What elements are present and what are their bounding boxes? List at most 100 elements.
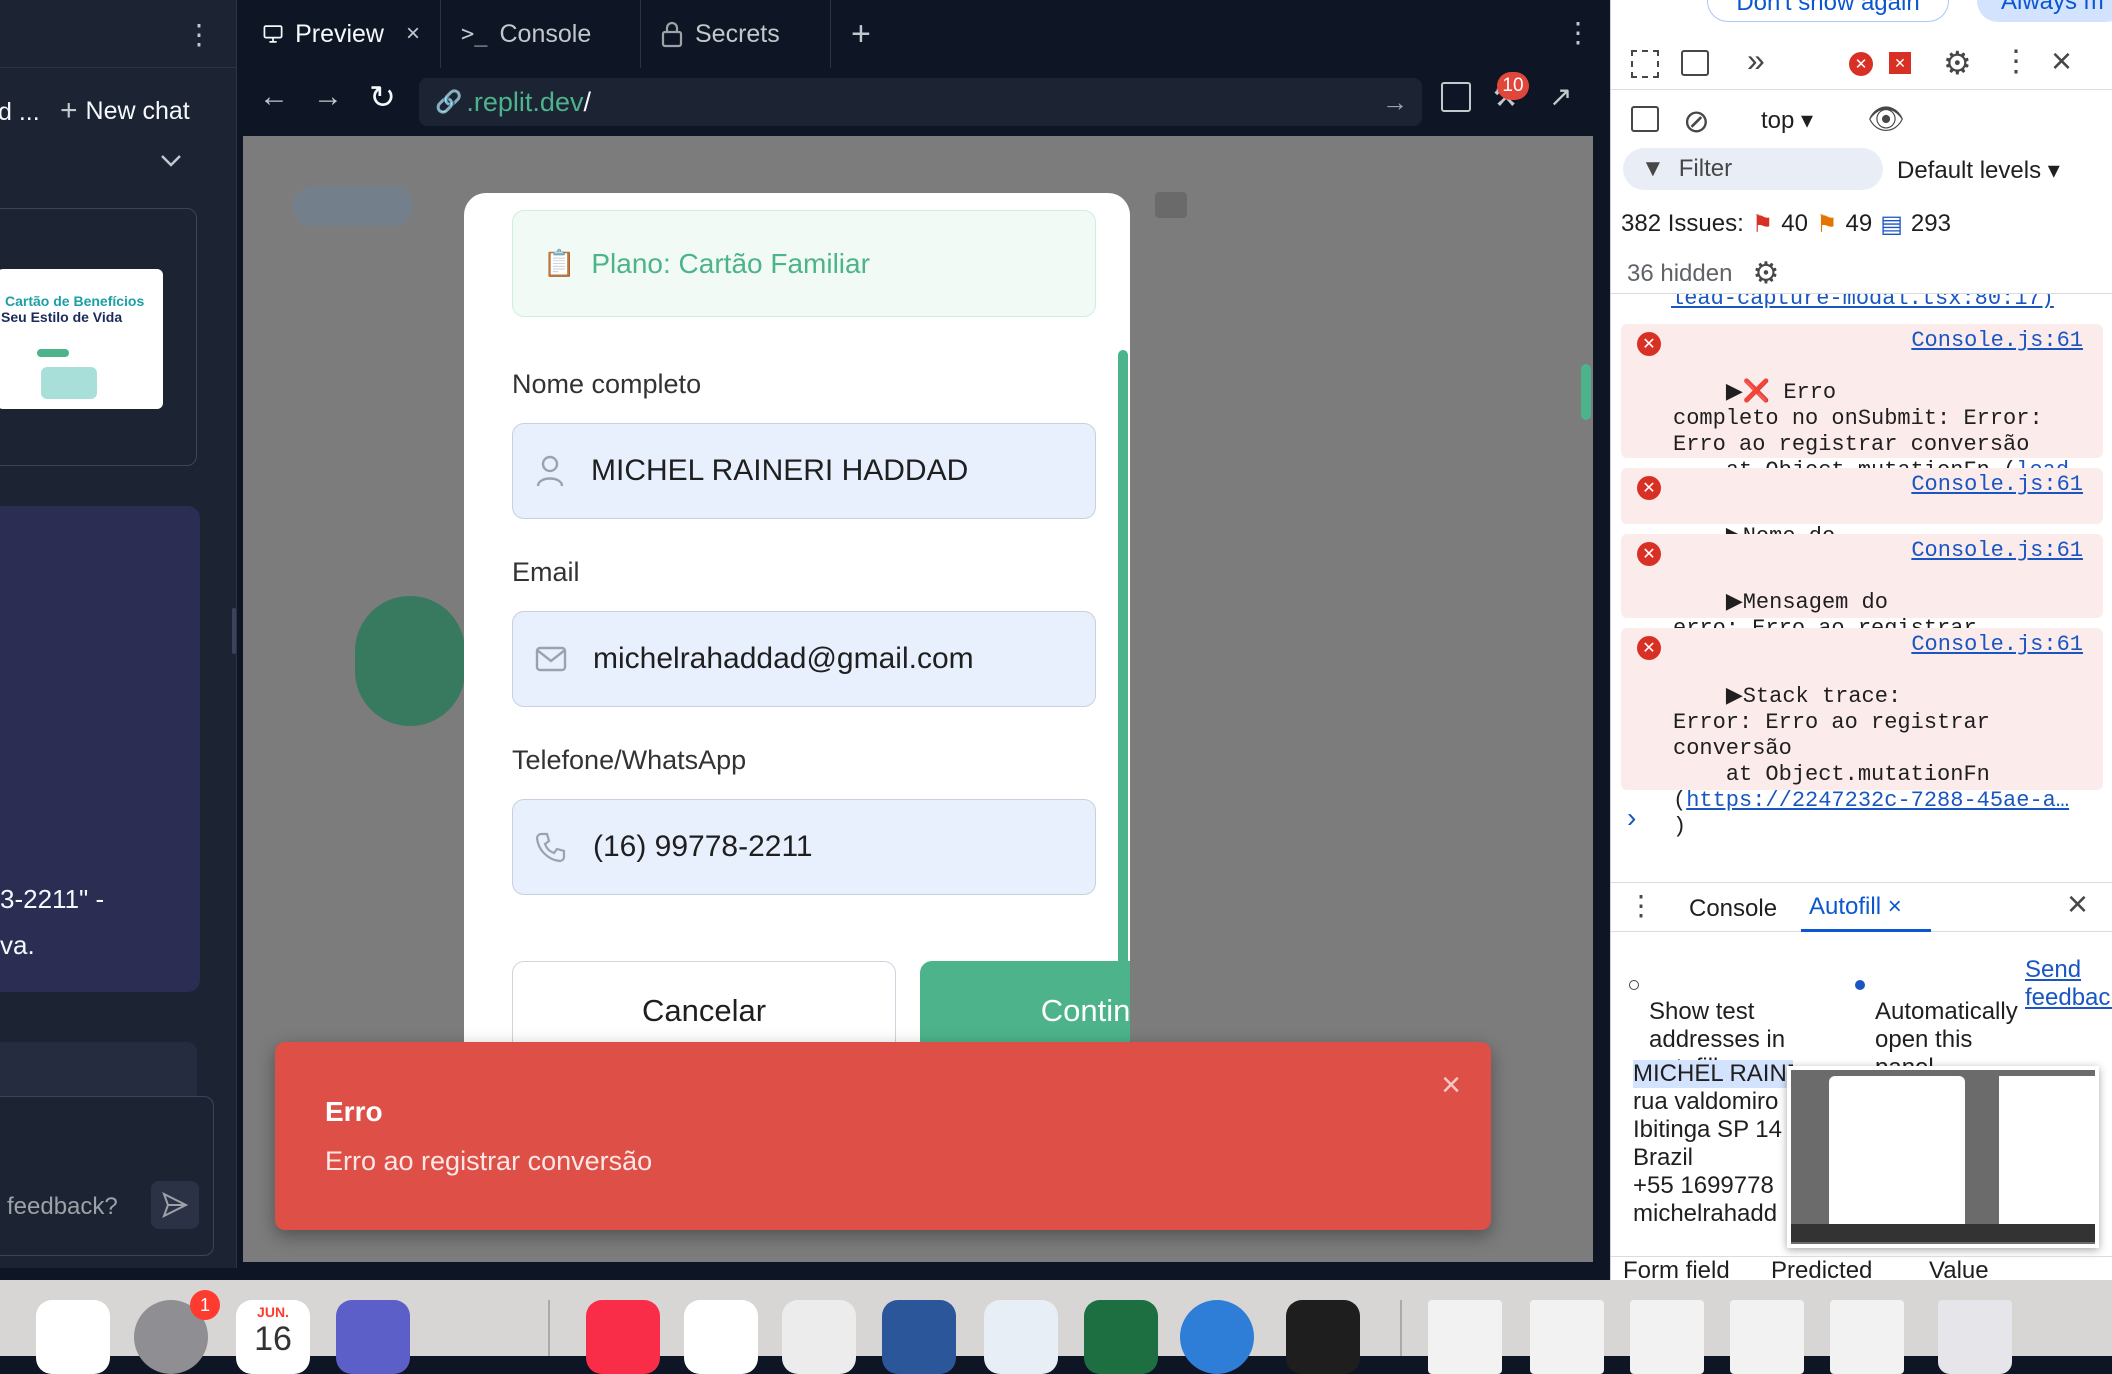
name-field[interactable]: MICHEL RAINERI HADDAD [512, 423, 1096, 519]
console-prompt-icon[interactable]: › [1627, 802, 1636, 834]
close-icon[interactable]: × [406, 20, 420, 48]
attachment-card[interactable]: Cartão de Benefícios Seu Estilo de Vida [0, 208, 197, 466]
eye-icon[interactable]: 👁 [1867, 102, 1905, 137]
chevron-down-icon[interactable] [158, 148, 184, 174]
preview-app-icon[interactable] [984, 1300, 1058, 1374]
preview-scrollbar[interactable] [1581, 364, 1591, 420]
go-arrow-icon[interactable]: → [1382, 87, 1408, 118]
recent-window-thumbnail[interactable] [1830, 1300, 1904, 1374]
device-toolbar-icon[interactable] [1681, 50, 1709, 76]
more-tabs-icon[interactable]: » [1747, 42, 1765, 79]
chat-title-row: d ... + New chat [0, 86, 237, 138]
console-toolbar: ⊘ top ▾ 👁 [1611, 96, 2112, 144]
screenshot-preview[interactable] [1787, 1066, 2099, 1248]
assistant-message: 3-2211" - va. [0, 506, 200, 992]
error-icon: ✕ [1637, 542, 1661, 566]
tab-preview[interactable]: Preview × [243, 0, 441, 68]
chat-sidebar: ⋮ d ... + New chat Cartão de Benefícios … [0, 0, 237, 1268]
calendar-day: 16 [254, 1320, 292, 1358]
close-icon[interactable]: × [1441, 1066, 1461, 1105]
console-error-entry[interactable]: ✕ ▶Stack trace: Error: Erro ao registrar… [1621, 628, 2103, 839]
filter-input[interactable]: ▼ Filter [1623, 148, 1883, 190]
new-chat-button[interactable]: + New chat [60, 94, 190, 128]
dock-separator [1400, 1300, 1402, 1356]
issues-summary[interactable]: 382 Issues: ⚑ 40 ⚑ 49 ▤ 293 [1611, 204, 2112, 244]
address-line: MICHEL RAINERI HADDAD [1633, 1060, 1793, 1088]
word-app-icon[interactable] [882, 1300, 956, 1374]
issue-flag-icon[interactable]: ✕ [1889, 52, 1911, 74]
teams-app-icon[interactable] [336, 1300, 410, 1374]
dont-show-again-button[interactable]: Don't show again [1707, 0, 1949, 22]
chat-input-box[interactable]: feedback? [0, 1096, 214, 1256]
numbers-app-icon[interactable] [684, 1300, 758, 1374]
console-error-entry[interactable]: ✕ ▶❌ Erro completo no onSubmit: Error: E… [1621, 324, 2103, 509]
add-tab-icon[interactable]: + [851, 15, 871, 54]
expand-triangle-icon[interactable]: ▶ [1726, 380, 1743, 405]
error-count-icon[interactable]: ✕ [1849, 52, 1873, 76]
recent-window-thumbnail[interactable] [1530, 1300, 1604, 1374]
music-app-icon[interactable] [586, 1300, 660, 1374]
open-new-tab-icon[interactable]: ↗ [1549, 80, 1572, 113]
clear-console-icon[interactable]: ⊘ [1683, 102, 1710, 140]
thumb-toolbar [1791, 1224, 2095, 1242]
chat-title[interactable]: d ... [0, 98, 40, 127]
calendar-app-icon[interactable]: JUN. 16 [236, 1300, 310, 1374]
recent-window-thumbnail[interactable] [1730, 1300, 1804, 1374]
back-arrow-icon[interactable]: ← [259, 80, 289, 114]
menu-icon [1155, 192, 1187, 218]
send-feedback-link[interactable]: Send feedback [2025, 956, 2112, 1012]
gear-icon[interactable]: ⚙ [1943, 44, 1972, 82]
console-error-entry[interactable]: ✕ ▶Nome do erro: Error Console.js:61 [1621, 468, 2103, 575]
forward-arrow-icon[interactable]: → [313, 80, 343, 114]
more-options-icon[interactable]: ⋮ [1564, 16, 1592, 49]
source-link[interactable]: https://2247232c-7288-45ae-a… [1686, 788, 2069, 813]
trash-icon[interactable] [1938, 1300, 2012, 1374]
email-field[interactable]: michelrahaddad@gmail.com [512, 611, 1096, 707]
tab-console[interactable]: >_ Console [441, 0, 641, 68]
close-icon[interactable]: × [1888, 893, 1902, 920]
inspect-element-icon[interactable] [1631, 50, 1659, 78]
freeform-app-icon[interactable] [36, 1300, 110, 1374]
error-toast: Erro Erro ao registrar conversão × [275, 1042, 1491, 1230]
whatsapp-app-icon[interactable] [782, 1300, 856, 1374]
sidebar-toggle-icon[interactable] [1631, 106, 1659, 132]
expand-triangle-icon[interactable]: ▶ [1726, 590, 1743, 615]
send-button[interactable] [151, 1181, 199, 1229]
more-options-icon[interactable]: ⋮ [2001, 44, 2031, 79]
recent-window-thumbnail[interactable] [1630, 1300, 1704, 1374]
source-location-link[interactable]: Console.js:61 [1911, 538, 2083, 564]
tab-secrets[interactable]: Secrets [641, 0, 831, 68]
more-options-icon[interactable]: ⋮ [1627, 889, 1655, 922]
panel-resize-handle[interactable] [232, 608, 236, 654]
brush-app-icon[interactable] [436, 1300, 510, 1374]
reload-icon[interactable]: ↻ [369, 78, 396, 116]
url-input[interactable]: 🔗 .replit.dev / → [419, 78, 1422, 126]
expand-triangle-icon[interactable]: ▶ [1726, 684, 1743, 709]
feedback-input[interactable]: feedback? [7, 1193, 118, 1221]
cancel-button[interactable]: Cancelar [512, 961, 896, 1043]
context-selector[interactable]: top ▾ [1761, 106, 1813, 135]
url-host: .replit.dev [466, 86, 584, 117]
auto-open-checkbox[interactable]: Automatically open this panel [1855, 942, 2035, 1082]
hidden-summary: 36 hidden ⚙ [1611, 254, 2112, 294]
source-location-link[interactable]: Console.js:61 [1911, 632, 2083, 658]
source-location-link[interactable]: Console.js:61 [1911, 328, 2083, 354]
network-app-icon[interactable] [1180, 1300, 1254, 1374]
recent-window-thumbnail[interactable] [1428, 1300, 1502, 1374]
terminal-app-icon[interactable] [1286, 1300, 1360, 1374]
log-levels-dropdown[interactable]: Default levels ▾ [1897, 156, 2060, 185]
drawer-tab-autofill[interactable]: Autofill × [1801, 893, 1931, 932]
close-drawer-icon[interactable]: × [2067, 883, 2088, 925]
phone-field[interactable]: (16) 99778-2211 [512, 799, 1096, 895]
console-error-entry[interactable]: ✕ ▶Mensagem do erro: Erro ao registrar c… [1621, 534, 2103, 667]
excel-app-icon[interactable] [1084, 1300, 1158, 1374]
always-match-button[interactable]: Always m [1977, 0, 2112, 22]
devices-icon[interactable] [1441, 82, 1471, 112]
source-location-link[interactable]: Console.js:61 [1911, 472, 2083, 498]
continue-button[interactable]: Continuar [920, 961, 1130, 1043]
more-options-icon[interactable]: ⋮ [185, 18, 213, 50]
close-icon[interactable]: × [2051, 40, 2072, 82]
gear-icon[interactable]: ⚙ [1752, 256, 1779, 291]
drawer-tab-console[interactable]: Console [1689, 895, 1777, 923]
modal-scrollbar[interactable] [1118, 350, 1128, 1043]
